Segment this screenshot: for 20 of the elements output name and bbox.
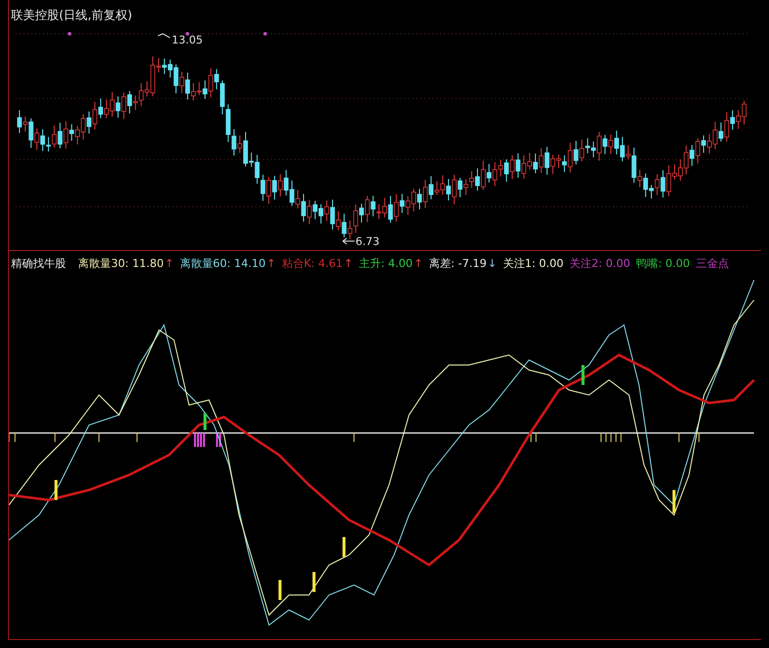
trend-arrow: ↑ bbox=[164, 256, 174, 270]
low-leader-line bbox=[342, 238, 356, 245]
low-price-label: 6.73 bbox=[356, 235, 380, 248]
indicator-reading: 粘合K: 4.61 bbox=[282, 256, 343, 270]
indicator-reading: 鸭嘴: 0.00 bbox=[636, 256, 690, 270]
indicator-reading: 关注2: 0.00 bbox=[570, 256, 630, 270]
high-leader-line bbox=[158, 33, 170, 38]
indicator-reading: 离散量30: 11.80 bbox=[78, 256, 164, 270]
trend-arrow: ↑ bbox=[414, 256, 423, 270]
trend-arrow: ↑ bbox=[266, 256, 276, 270]
indicator-reading: 关注1: 0.00 bbox=[502, 256, 564, 270]
indicator-reading: 三金点 bbox=[696, 256, 729, 270]
indicator-name: 精确找牛股 bbox=[11, 256, 66, 270]
trend-arrow: ↑ bbox=[344, 256, 353, 270]
high-price-label: 13.05 bbox=[172, 34, 203, 47]
trend-arrow: ↓ bbox=[488, 256, 497, 270]
indicator-reading: 离散量60: 14.10 bbox=[180, 256, 266, 270]
indicator-reading: 离差: -7.19 bbox=[428, 256, 487, 270]
stock-title: 联美控股(日线,前复权) bbox=[10, 7, 132, 22]
indicator-reading: 主升: 4.00 bbox=[358, 256, 413, 270]
